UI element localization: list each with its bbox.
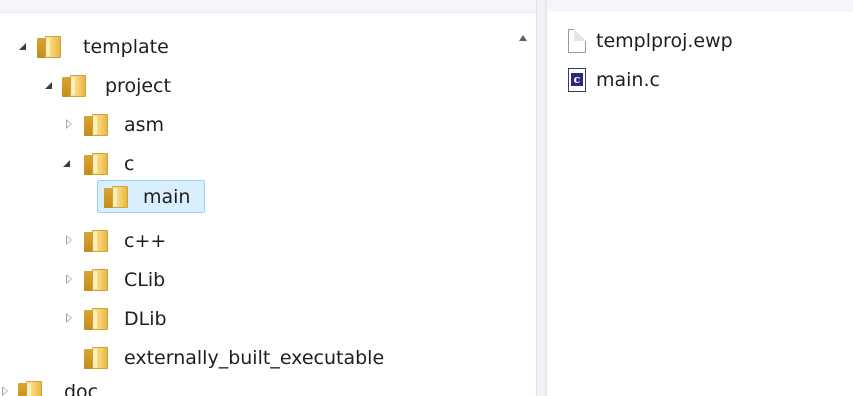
folder-icon bbox=[37, 36, 63, 58]
expanded-arrow-icon[interactable] bbox=[19, 43, 33, 57]
collapsed-arrow-icon[interactable] bbox=[66, 235, 80, 249]
folder-icon bbox=[104, 186, 130, 208]
tree-item-label: template bbox=[83, 36, 169, 58]
tree-item-label: main bbox=[143, 186, 191, 208]
folder-icon bbox=[84, 153, 110, 175]
tree-scrollbar[interactable] bbox=[516, 13, 536, 396]
collapsed-arrow-icon[interactable] bbox=[66, 119, 80, 133]
folder-icon bbox=[18, 381, 44, 396]
file-name: main.c bbox=[596, 69, 660, 91]
tree-item-clib[interactable]: CLib bbox=[0, 263, 510, 297]
tree-item-label: project bbox=[105, 75, 171, 97]
tree-item-label: CLib bbox=[124, 269, 166, 291]
c-source-icon: c bbox=[568, 68, 586, 92]
folder-icon bbox=[62, 75, 88, 97]
tree-item-label: c++ bbox=[124, 230, 167, 252]
tree-item-label: c bbox=[124, 153, 135, 175]
tree-item-project[interactable]: project bbox=[0, 69, 510, 103]
tree-item-label: externally_built_executable bbox=[124, 347, 385, 369]
tree-item-template[interactable]: template bbox=[0, 30, 510, 64]
toolbar-strip bbox=[0, 0, 853, 12]
navigation-tree-pane[interactable]: template project asm c main c++ CLib DLi… bbox=[0, 13, 536, 396]
tree-item-externally-built-executable[interactable]: externally_built_executable bbox=[0, 341, 510, 375]
tree-item-asm[interactable]: asm bbox=[0, 108, 510, 142]
pane-splitter[interactable] bbox=[536, 0, 546, 396]
tree-item-label: asm bbox=[124, 114, 165, 136]
tree-item-doc[interactable]: doc bbox=[0, 375, 510, 396]
tree-item-label: doc bbox=[64, 381, 99, 396]
tree-item-c[interactable]: c bbox=[0, 147, 510, 181]
collapsed-arrow-icon[interactable] bbox=[66, 274, 80, 288]
folder-icon bbox=[84, 347, 110, 369]
tree-item-dlib[interactable]: DLib bbox=[0, 302, 510, 336]
expanded-arrow-icon[interactable] bbox=[63, 160, 77, 174]
folder-icon bbox=[84, 269, 110, 291]
collapsed-arrow-icon[interactable] bbox=[2, 386, 16, 396]
collapsed-arrow-icon[interactable] bbox=[66, 313, 80, 327]
file-name: templproj.ewp bbox=[596, 30, 733, 52]
scroll-up-arrow-icon[interactable] bbox=[519, 35, 527, 41]
tree-item-cpp[interactable]: c++ bbox=[0, 224, 510, 258]
tree-item-label: DLib bbox=[124, 308, 167, 330]
document-icon bbox=[568, 29, 586, 53]
expanded-arrow-icon[interactable] bbox=[45, 82, 59, 96]
file-item-templproj[interactable]: templproj.ewp bbox=[568, 28, 768, 54]
file-item-main-c[interactable]: c main.c bbox=[568, 67, 768, 93]
folder-icon bbox=[84, 114, 110, 136]
tree-item-main[interactable]: main bbox=[0, 180, 510, 214]
folder-icon bbox=[84, 308, 110, 330]
folder-icon bbox=[84, 230, 110, 252]
